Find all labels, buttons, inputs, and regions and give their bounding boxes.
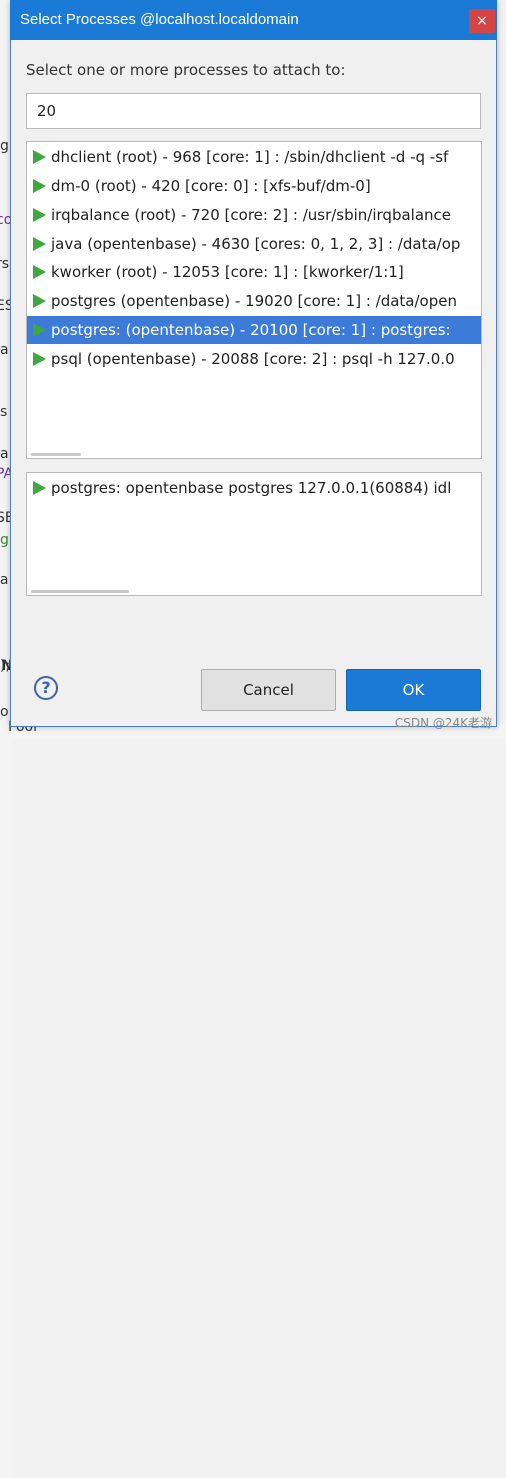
help-icon[interactable]: ?	[34, 676, 58, 700]
process-label: postgres (opentenbase) - 19020 [core: 1]…	[51, 292, 457, 310]
process-label: dm-0 (root) - 420 [core: 0] : [xfs-buf/d…	[51, 177, 371, 195]
process-icon	[33, 208, 46, 222]
horizontal-scrollbar[interactable]	[31, 590, 129, 593]
prompt-label: Select one or more processes to attach t…	[26, 61, 346, 79]
process-label: irqbalance (root) - 720 [core: 2] : /usr…	[51, 206, 451, 224]
process-filter-input[interactable]	[26, 93, 481, 129]
process-item-selected[interactable]: postgres: (opentenbase) - 20100 [core: 1…	[27, 316, 481, 344]
dialog-title: Select Processes @localhost.localdomain	[20, 11, 299, 28]
process-icon	[33, 294, 46, 308]
bg-fragment: la	[0, 572, 9, 588]
process-label: dhclient (root) - 968 [core: 1] : /sbin/…	[51, 148, 449, 166]
process-list[interactable]: dhclient (root) - 968 [core: 1] : /sbin/…	[26, 141, 482, 459]
process-icon	[33, 150, 46, 164]
process-item[interactable]: psql (opentenbase) - 20088 [core: 2] : p…	[27, 345, 481, 373]
cancel-button[interactable]: Cancel	[201, 669, 336, 711]
process-label: kworker (root) - 12053 [core: 1] : [kwor…	[51, 263, 404, 281]
process-item[interactable]: dhclient (root) - 968 [core: 1] : /sbin/…	[27, 143, 481, 171]
process-label: postgres: (opentenbase) - 20100 [core: 1…	[51, 321, 451, 339]
watermark: CSDN @24K老游	[394, 716, 492, 730]
bg-fragment: g	[0, 138, 9, 154]
close-button[interactable]: ×	[469, 9, 495, 33]
process-icon	[33, 352, 46, 366]
bg-fragment: g	[0, 532, 9, 548]
select-processes-dialog: Select Processes @localhost.localdomain …	[10, 0, 497, 727]
process-label: java (opentenbase) - 4630 [cores: 0, 1, …	[51, 235, 461, 253]
process-icon	[33, 179, 46, 193]
process-icon	[33, 481, 46, 495]
bg-fragment: rs	[0, 256, 10, 272]
background-editor-right: );	[0, 658, 12, 1478]
process-item[interactable]: postgres (opentenbase) - 19020 [core: 1]…	[27, 287, 481, 315]
bg-fragment: o	[0, 704, 9, 720]
bg-fragment: a	[0, 446, 9, 462]
process-detail-list[interactable]: postgres: opentenbase postgres 127.0.0.1…	[26, 472, 482, 596]
horizontal-scrollbar[interactable]	[31, 453, 81, 456]
process-icon	[33, 323, 46, 337]
process-label: psql (opentenbase) - 20088 [core: 2] : p…	[51, 350, 455, 368]
process-item[interactable]: kworker (root) - 12053 [core: 1] : [kwor…	[27, 258, 481, 286]
process-item[interactable]: java (opentenbase) - 4630 [cores: 0, 1, …	[27, 230, 481, 258]
process-icon	[33, 237, 46, 251]
ok-button[interactable]: OK	[346, 669, 481, 711]
process-item[interactable]: dm-0 (root) - 420 [core: 0] : [xfs-buf/d…	[27, 172, 481, 200]
process-item[interactable]: irqbalance (root) - 720 [core: 2] : /usr…	[27, 201, 481, 229]
bg-fragment: a	[0, 342, 9, 358]
process-icon	[33, 265, 46, 279]
detail-label: postgres: opentenbase postgres 127.0.0.1…	[51, 479, 452, 497]
bg-fragment: s	[0, 404, 8, 420]
dialog-titlebar[interactable]: Select Processes @localhost.localdomain …	[10, 0, 497, 40]
detail-item[interactable]: postgres: opentenbase postgres 127.0.0.1…	[27, 474, 481, 502]
